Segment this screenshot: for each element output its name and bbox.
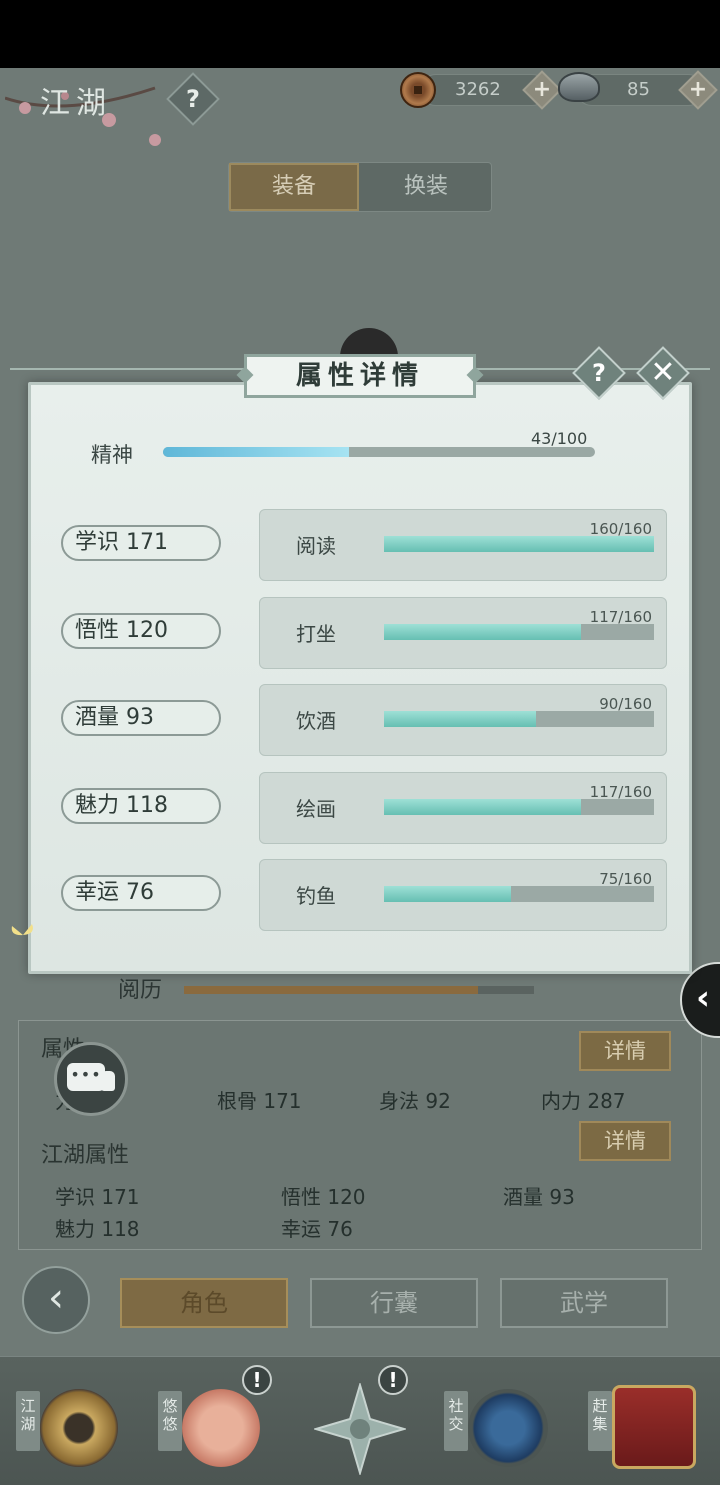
nav-inventory[interactable]: 行囊 [310, 1278, 478, 1328]
stat-charm: 魅力 118 [55, 1217, 140, 1241]
chat-button[interactable]: ••• [54, 1042, 128, 1116]
skill-progress-fill [384, 886, 511, 902]
close-icon: ✕ [650, 355, 676, 390]
back-arrow-icon: ‹ [48, 1275, 64, 1321]
skill-card[interactable]: 饮酒 90/160 [259, 684, 667, 756]
question-icon: ? [592, 359, 606, 387]
skill-progress-fill [384, 623, 582, 640]
bamboo-hat-icon [40, 1389, 118, 1467]
skill-progress-fill [384, 536, 654, 552]
basket-icon [612, 1385, 696, 1469]
skill-progress-bar [384, 536, 654, 552]
experience-bar [184, 986, 534, 994]
attributes-panel: 属性 详情 力 96 根骨 171 身法 92 内力 287 江湖属性 详情 学… [18, 1020, 702, 1250]
attribute-pill: 幸运 76 [61, 875, 221, 911]
equipment-tabs: 装备 换装 [228, 162, 492, 212]
stat-agility: 身法 92 [379, 1089, 451, 1113]
jianghu-detail-button[interactable]: 详情 [579, 1121, 671, 1161]
skill-progress-bar [384, 623, 654, 640]
spirit-value: 43/100 [531, 429, 588, 448]
silver-amount: 85 [627, 79, 650, 100]
skill-name: 阅读 [296, 534, 336, 558]
dock-jianghu[interactable]: 江湖 [14, 1369, 134, 1479]
page-title: 江湖 [40, 86, 112, 121]
bottom-dock: 江湖 悠悠 ! ! 社交 赶集 [0, 1356, 720, 1485]
chevron-left-icon: ‹ [696, 978, 711, 1018]
skill-card[interactable]: 绘画 117/160 [259, 771, 667, 844]
chat-bubble-icon: ••• [67, 1063, 105, 1091]
modal-title: 属性详情 [244, 354, 476, 398]
copper-amount: 3262 [455, 79, 501, 100]
skill-progress-bar [384, 711, 654, 727]
dock-label-youyou: 悠悠 [158, 1391, 182, 1451]
jianghu-attributes-title: 江湖属性 [41, 1143, 130, 1168]
alert-icon: ! [378, 1365, 408, 1395]
dock-label-market: 赶集 [588, 1391, 612, 1451]
dock-market[interactable]: 赶集 [586, 1369, 706, 1479]
attribute-pill: 学识 171 [61, 525, 221, 561]
wave-icon [468, 1389, 548, 1467]
skill-progress-bar [384, 798, 654, 815]
spirit-fill [163, 447, 349, 457]
copper-coin-icon [400, 72, 436, 108]
attribute-pill: 酒量 93 [61, 700, 221, 736]
skill-progress-fill [384, 798, 582, 815]
skill-name: 钓鱼 [296, 884, 336, 908]
nav-martial-arts[interactable]: 武学 [500, 1278, 668, 1328]
question-icon: ? [186, 85, 200, 113]
skill-progress-bar [384, 886, 654, 902]
stat-insight: 悟性 120 [281, 1185, 366, 1209]
stat-constitution: 根骨 171 [217, 1089, 302, 1113]
plus-icon: + [688, 77, 708, 102]
experience-fill [184, 986, 478, 994]
wine-jar-icon [101, 1071, 115, 1091]
alert-icon: ! [242, 1365, 272, 1395]
attribute-pill: 悟性 120 [61, 612, 221, 649]
attribute-detail-modal: 精神 43/100 学识 171 阅读 160/160 悟性 120 打坐 117/160… [28, 382, 692, 974]
spirit-label: 精神 [91, 443, 133, 467]
dock-social[interactable]: 社交 [442, 1369, 562, 1479]
swallow-icon [182, 1389, 260, 1467]
skill-name: 打坐 [296, 621, 336, 646]
tab-equip[interactable]: 装备 [229, 163, 359, 211]
skill-progress-fill [384, 711, 536, 727]
game-screen: 江湖 ? 3262 + 85 + 装备 换装 阅历 属性 详情 力 96 根骨 … [0, 68, 720, 1485]
stat-knowledge: 学识 171 [55, 1185, 140, 1209]
dock-youyou[interactable]: 悠悠 ! [156, 1365, 276, 1479]
stat-luck: 幸运 76 [281, 1217, 353, 1241]
dock-label-social: 社交 [444, 1391, 468, 1451]
dock-center[interactable]: ! [300, 1365, 420, 1479]
silver-ingot-icon [558, 72, 600, 102]
skill-name: 饮酒 [296, 709, 336, 733]
skill-card[interactable]: 阅读 160/160 [259, 509, 667, 581]
skill-card[interactable]: 钓鱼 75/160 [259, 859, 667, 931]
tab-outfit[interactable]: 换装 [361, 163, 491, 211]
dock-label-jianghu: 江湖 [16, 1391, 40, 1451]
compass-star-icon [314, 1383, 406, 1475]
skill-name: 绘画 [296, 796, 336, 821]
stat-inner-force: 内力 287 [541, 1089, 626, 1113]
stat-drinking: 酒量 93 [503, 1185, 575, 1209]
back-button[interactable]: ‹ [22, 1266, 90, 1334]
skill-card[interactable]: 打坐 117/160 [259, 596, 667, 669]
plus-icon: + [532, 77, 552, 102]
butterfly-icon [11, 924, 33, 936]
experience-label: 阅历 [118, 978, 163, 1003]
status-bar [0, 0, 720, 68]
attributes-detail-button[interactable]: 详情 [579, 1031, 671, 1071]
nav-character[interactable]: 角色 [120, 1278, 288, 1328]
attribute-pill: 魅力 118 [61, 787, 221, 824]
spirit-bar [163, 447, 595, 457]
